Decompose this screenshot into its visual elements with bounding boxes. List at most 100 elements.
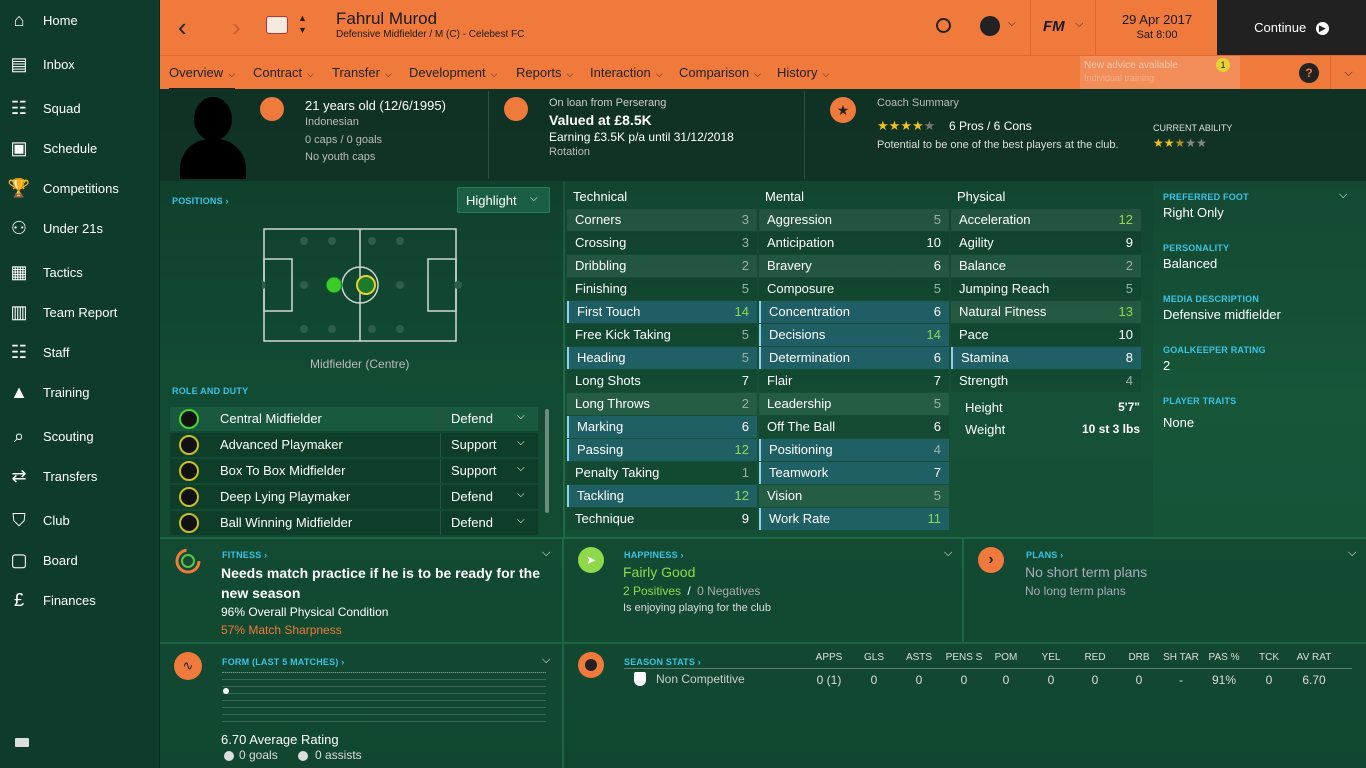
role-row[interactable]: Central Midfielder Defend ⌵ <box>170 407 538 431</box>
form-header[interactable]: FORM (LAST 5 MATCHES) › <box>222 657 344 667</box>
attribute-row[interactable]: Balance 2 <box>951 255 1141 277</box>
chevron-down-icon[interactable]: ⌵ <box>1348 547 1356 560</box>
player-switch-arrows[interactable]: ▲ ▼ <box>298 12 307 36</box>
plans-header[interactable]: PLANS › <box>1026 550 1063 560</box>
attribute-row[interactable]: Heading 5 <box>567 347 757 369</box>
tab-development[interactable]: Development ⌵ <box>409 56 497 90</box>
attribute-row[interactable]: Aggression 5 <box>759 209 949 231</box>
sidebar-item-board[interactable]: ▢ Board <box>0 542 160 578</box>
stat-column-header[interactable]: YEL <box>1031 652 1071 663</box>
attribute-row[interactable]: Vision 5 <box>759 485 949 507</box>
attribute-row[interactable]: Strength 4 <box>951 370 1141 392</box>
attribute-row[interactable]: Corners 3 <box>567 209 757 231</box>
stat-column-header[interactable]: ASTS <box>899 652 939 663</box>
tab-interaction[interactable]: Interaction ⌵ <box>590 56 663 90</box>
attribute-row[interactable]: Bravery 6 <box>759 255 949 277</box>
highlight-dropdown[interactable]: Highlight ⌵ <box>457 187 550 213</box>
chevron-down-icon[interactable]: ⌵ <box>1339 189 1347 202</box>
stat-column-header[interactable]: DRB <box>1119 652 1159 663</box>
fitness-header[interactable]: FITNESS › <box>222 550 267 560</box>
sidebar-item-under-21s[interactable]: ⚇ Under 21s <box>0 210 160 246</box>
attribute-row[interactable]: Free Kick Taking 5 <box>567 324 757 346</box>
world-icon[interactable] <box>980 16 1000 36</box>
stat-column-header[interactable]: TCK <box>1249 652 1289 663</box>
chevron-down-icon[interactable]: ⌵ <box>1008 18 1016 29</box>
stat-column-header[interactable]: APPS <box>809 652 849 663</box>
sidebar-item-tactics[interactable]: ▦ Tactics <box>0 254 160 290</box>
sidebar-item-training[interactable]: ▲ Training <box>0 374 160 410</box>
sidebar-item-staff[interactable]: ☷ Staff <box>0 334 160 370</box>
attribute-row[interactable]: Decisions 14 <box>759 324 949 346</box>
attribute-row[interactable]: Flair 7 <box>759 370 949 392</box>
attribute-row[interactable]: Crossing 3 <box>567 232 757 254</box>
stat-column-header[interactable]: POM <box>986 652 1026 663</box>
forward-button[interactable]: › <box>232 14 241 40</box>
chevron-down-icon[interactable]: ⌵ <box>542 547 550 560</box>
tab-comparison[interactable]: Comparison ⌵ <box>679 56 761 90</box>
attribute-row[interactable]: Tackling 12 <box>567 485 757 507</box>
role-row[interactable]: Box To Box Midfielder Support ⌵ <box>170 459 538 483</box>
attribute-row[interactable]: Teamwork 7 <box>759 462 949 484</box>
stat-column-header[interactable]: RED <box>1075 652 1115 663</box>
sidebar-item-home[interactable]: ⌂ Home <box>0 2 160 38</box>
tab-contract[interactable]: Contract ⌵ <box>253 56 314 90</box>
duty-dropdown[interactable]: Defend ⌵ <box>440 485 538 509</box>
duty-dropdown[interactable]: Support ⌵ <box>440 459 538 483</box>
sidebar-item-squad[interactable]: ☷ Squad <box>0 90 160 126</box>
attribute-row[interactable]: Agility 9 <box>951 232 1141 254</box>
role-row[interactable]: Deep Lying Playmaker Defend ⌵ <box>170 485 538 509</box>
attribute-row[interactable]: Dribbling 2 <box>567 255 757 277</box>
attribute-row[interactable]: Long Throws 2 <box>567 393 757 415</box>
attribute-row[interactable]: Concentration 6 <box>759 301 949 323</box>
role-row[interactable]: Ball Winning Midfielder Defend ⌵ <box>170 511 538 535</box>
stat-column-header[interactable]: PENS S <box>944 652 984 663</box>
attribute-row[interactable]: Composure 5 <box>759 278 949 300</box>
attribute-row[interactable]: Jumping Reach 5 <box>951 278 1141 300</box>
happiness-header[interactable]: HAPPINESS › <box>624 550 684 560</box>
attribute-row[interactable]: Stamina 8 <box>951 347 1141 369</box>
duty-dropdown[interactable]: Support ⌵ <box>440 433 538 457</box>
attribute-row[interactable]: Passing 12 <box>567 439 757 461</box>
attribute-row[interactable]: Long Shots 7 <box>567 370 757 392</box>
stat-column-header[interactable]: GLS <box>854 652 894 663</box>
attribute-row[interactable]: Anticipation 10 <box>759 232 949 254</box>
attribute-row[interactable]: Leadership 5 <box>759 393 949 415</box>
sidebar-item-scouting[interactable]: ⌕ Scouting <box>0 418 160 454</box>
tab-reports[interactable]: Reports ⌵ <box>516 56 573 90</box>
attribute-row[interactable]: Positioning 4 <box>759 439 949 461</box>
duty-dropdown[interactable]: Defend ⌵ <box>440 407 538 431</box>
attribute-row[interactable]: Determination 6 <box>759 347 949 369</box>
role-row[interactable]: Advanced Playmaker Support ⌵ <box>170 433 538 457</box>
duty-dropdown[interactable]: Defend ⌵ <box>440 511 538 535</box>
advice-notification[interactable]: New advice available Individual training… <box>1080 56 1240 90</box>
attribute-row[interactable]: Technique 9 <box>567 508 757 530</box>
attribute-row[interactable]: Off The Ball 6 <box>759 416 949 438</box>
date-display[interactable]: 29 Apr 2017 Sat 8:00 <box>1097 0 1217 55</box>
fm-menu-button[interactable]: FM ⌵ <box>1030 0 1096 55</box>
continue-button[interactable]: Continue ▶ <box>1217 0 1366 55</box>
help-icon[interactable]: ? <box>1299 63 1319 83</box>
attribute-row[interactable]: Penalty Taking 1 <box>567 462 757 484</box>
attribute-row[interactable]: Pace 10 <box>951 324 1141 346</box>
chevron-down-icon[interactable]: ⌵ <box>1330 56 1366 90</box>
roles-scrollbar[interactable] <box>545 409 549 513</box>
stat-column-header[interactable]: SH TAR <box>1161 652 1201 663</box>
keyboard-icon[interactable] <box>15 738 29 747</box>
sidebar-item-team-report[interactable]: ▥ Team Report <box>0 294 160 330</box>
attribute-row[interactable]: Marking 6 <box>567 416 757 438</box>
positions-header[interactable]: POSITIONS › <box>172 196 229 206</box>
tab-history[interactable]: History ⌵ <box>777 56 829 90</box>
attribute-row[interactable]: First Touch 14 <box>567 301 757 323</box>
attribute-row[interactable]: Acceleration 12 <box>951 209 1141 231</box>
tab-overview[interactable]: Overview ⌵ <box>169 56 236 90</box>
sidebar-item-inbox[interactable]: ▤ Inbox <box>0 46 160 82</box>
stat-column-header[interactable]: AV RAT <box>1294 652 1334 663</box>
attribute-row[interactable]: Natural Fitness 13 <box>951 301 1141 323</box>
stat-column-header[interactable]: PAS % <box>1204 652 1244 663</box>
sidebar-item-transfers[interactable]: ⇄ Transfers <box>0 458 160 494</box>
season-stats-header[interactable]: SEASON STATS › <box>624 657 701 667</box>
search-icon[interactable] <box>936 18 951 33</box>
sidebar-item-schedule[interactable]: ▣ Schedule <box>0 130 160 166</box>
attribute-row[interactable]: Finishing 5 <box>567 278 757 300</box>
chevron-down-icon[interactable]: ⌵ <box>944 547 952 560</box>
